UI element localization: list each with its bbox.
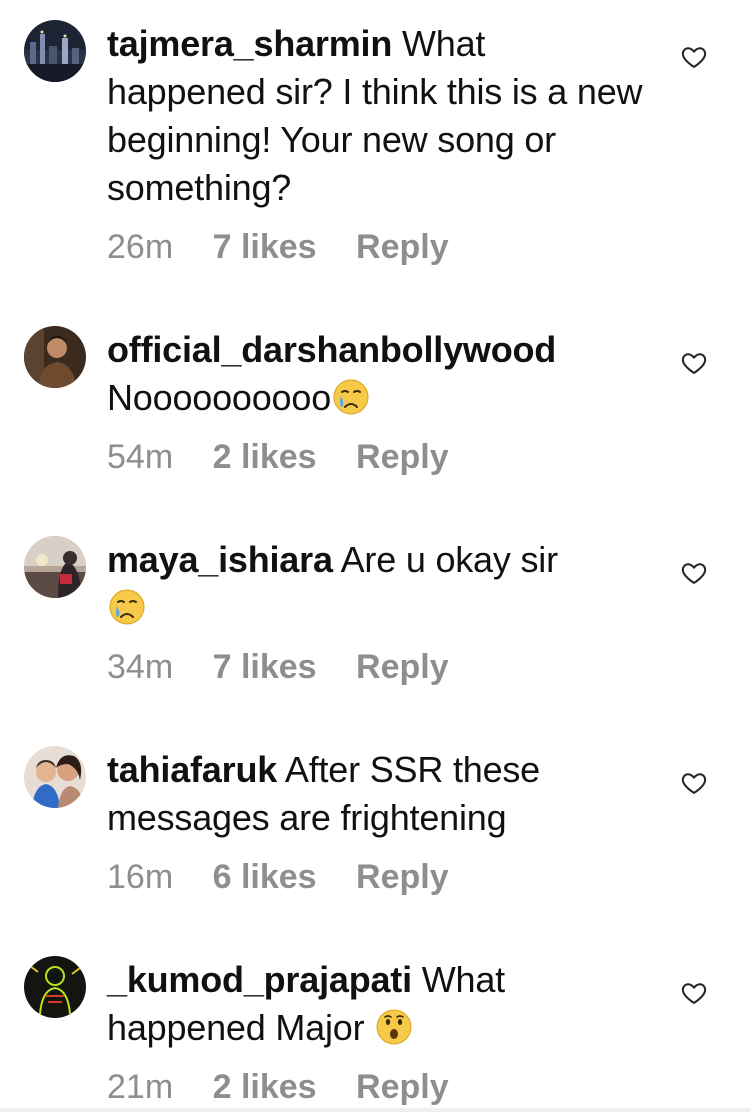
reply-button[interactable]: Reply — [356, 438, 449, 476]
reply-button[interactable]: Reply — [356, 858, 449, 896]
comment-meta: 26m 7 likes Reply — [107, 227, 479, 267]
reply-button[interactable]: Reply — [356, 648, 449, 686]
crying-face-emoji — [107, 587, 147, 627]
crying-face-emoji — [331, 377, 371, 417]
surprised-face-emoji — [374, 1007, 414, 1047]
bottom-divider — [0, 1108, 750, 1112]
likes-count[interactable]: 6 likes — [213, 858, 317, 896]
comment-time: 26m — [107, 228, 174, 266]
likes-count[interactable]: 7 likes — [213, 648, 317, 686]
city-night-avatar[interactable] — [24, 20, 86, 82]
comment-body: tahiafaruk After SSR these messages are … — [107, 746, 647, 842]
comment-username[interactable]: _kumod_prajapati — [107, 959, 412, 1000]
comment-body: maya_ishiara Are u okay sir — [107, 536, 647, 632]
comment-username[interactable]: official_darshanbollywood — [107, 329, 556, 370]
comment-username[interactable]: tahiafaruk — [107, 749, 277, 790]
heart-icon[interactable] — [680, 769, 708, 797]
heart-icon[interactable] — [680, 979, 708, 1007]
comment-meta: 16m 6 likes Reply — [107, 857, 479, 897]
comment-time: 21m — [107, 1068, 174, 1106]
comment-meta: 34m 7 likes Reply — [107, 647, 479, 687]
likes-count[interactable]: 2 likes — [213, 438, 317, 476]
comment-time: 54m — [107, 438, 174, 476]
comment-body: tajmera_sharmin What happened sir? I thi… — [107, 20, 647, 212]
heart-icon[interactable] — [680, 559, 708, 587]
mother-child-avatar[interactable] — [24, 746, 86, 808]
reply-button[interactable]: Reply — [356, 1068, 449, 1106]
likes-count[interactable]: 2 likes — [213, 1068, 317, 1106]
comment-body: _kumod_prajapati What happened Major — [107, 956, 647, 1052]
comment-text: Noooooooooo — [107, 377, 332, 418]
comment-body: official_darshanbollywood Noooooooooo — [107, 326, 647, 422]
comment-time: 34m — [107, 648, 174, 686]
comment-username[interactable]: tajmera_sharmin — [107, 23, 392, 64]
reply-button[interactable]: Reply — [356, 228, 449, 266]
neon-figure-avatar[interactable] — [24, 956, 86, 1018]
comment-meta: 21m 2 likes Reply — [107, 1067, 479, 1107]
comment-time: 16m — [107, 858, 174, 896]
heart-icon[interactable] — [680, 349, 708, 377]
comment-text: Are u okay sir — [340, 539, 558, 580]
sunset-person-avatar[interactable] — [24, 536, 86, 598]
man-portrait-avatar[interactable] — [24, 326, 86, 388]
comment-meta: 54m 2 likes Reply — [107, 437, 479, 477]
comment-username[interactable]: maya_ishiara — [107, 539, 333, 580]
heart-icon[interactable] — [680, 43, 708, 71]
likes-count[interactable]: 7 likes — [213, 228, 317, 266]
